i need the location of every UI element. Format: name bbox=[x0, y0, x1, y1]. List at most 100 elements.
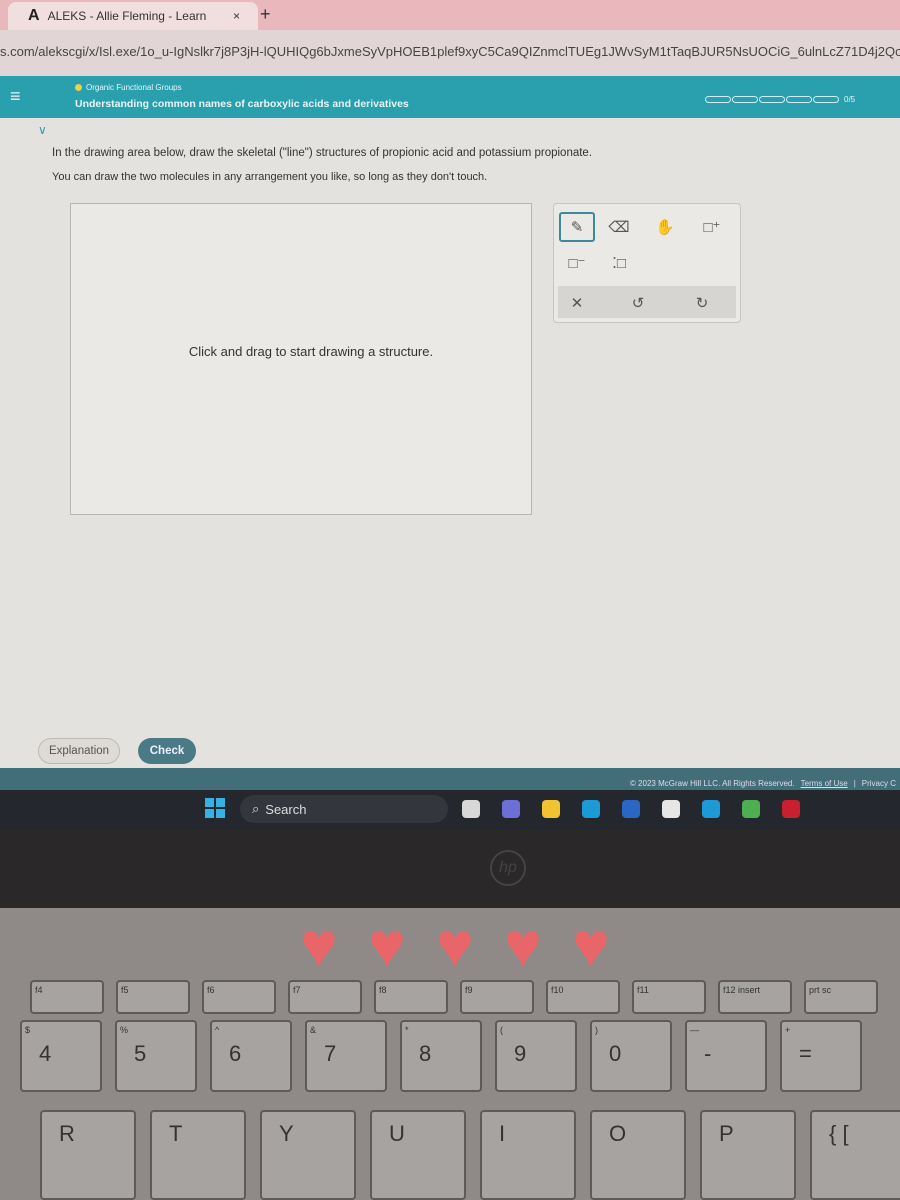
undo-icon[interactable]: ↺ bbox=[620, 288, 656, 318]
key-shift-label: ^ bbox=[215, 1025, 220, 1035]
word-icon[interactable] bbox=[622, 800, 640, 818]
drawing-toolbar: ✎ ⌫ ✋ □⁺ □⁻ ⁚□ ✕ ↺ ↻ bbox=[553, 203, 741, 323]
topic-title: Understanding common names of carboxylic… bbox=[75, 98, 409, 110]
status-dot-icon bbox=[75, 84, 82, 91]
remove-charge-icon[interactable]: □⁻ bbox=[559, 248, 595, 278]
key-shift-label: ( bbox=[500, 1025, 503, 1035]
key-label: O bbox=[609, 1121, 627, 1146]
mcafee-icon[interactable] bbox=[782, 800, 800, 818]
key-label: f8 bbox=[379, 985, 387, 995]
drawing-area[interactable]: Click and drag to start drawing a struct… bbox=[70, 203, 532, 515]
key-shift-label: + bbox=[785, 1025, 791, 1035]
close-tab-icon[interactable]: × bbox=[233, 9, 240, 23]
edge-icon[interactable] bbox=[582, 800, 600, 818]
key-label: I bbox=[499, 1121, 506, 1146]
chrome-icon[interactable] bbox=[742, 800, 760, 818]
check-button[interactable]: Check bbox=[138, 738, 196, 764]
number-key[interactable]: (9 bbox=[495, 1020, 577, 1092]
address-bar[interactable]: s.com/alekscgi/x/Isl.exe/1o_u-IgNslkr7j8… bbox=[0, 30, 900, 76]
letter-key[interactable]: I bbox=[480, 1110, 576, 1200]
key-label: f10 bbox=[551, 985, 564, 995]
laptop-bezel: hp bbox=[0, 830, 900, 908]
pencil-icon[interactable]: ✎ bbox=[559, 212, 595, 242]
letter-key[interactable]: Y bbox=[260, 1110, 356, 1200]
key-label: f7 bbox=[293, 985, 301, 995]
function-key[interactable]: f12 insert bbox=[718, 980, 792, 1014]
progress-segment bbox=[813, 96, 839, 103]
key-label: prt sc bbox=[809, 985, 832, 995]
number-key[interactable]: — - bbox=[685, 1020, 767, 1092]
footer: © 2023 McGraw Hill LLC. All Rights Reser… bbox=[0, 768, 900, 790]
clear-icon[interactable]: ✕ bbox=[559, 288, 595, 318]
key-label: = bbox=[799, 1041, 812, 1066]
aleks-logo: A bbox=[28, 7, 40, 24]
aleks-header: ≡ Organic Functional Groups Understandin… bbox=[0, 76, 900, 118]
key-shift-label: — bbox=[690, 1025, 699, 1035]
function-key[interactable]: f5 bbox=[116, 980, 190, 1014]
function-key[interactable]: f4 bbox=[30, 980, 104, 1014]
progress-segment bbox=[759, 96, 785, 103]
number-key[interactable]: ) 0 bbox=[590, 1020, 672, 1092]
key-label: 7 bbox=[324, 1041, 337, 1066]
letter-key[interactable]: O bbox=[590, 1110, 686, 1200]
number-key[interactable]: ^ 6 bbox=[210, 1020, 292, 1092]
lone-pair-icon[interactable]: ⁚□ bbox=[601, 248, 637, 278]
store-icon[interactable] bbox=[662, 800, 680, 818]
number-key[interactable]: * 8 bbox=[400, 1020, 482, 1092]
redo-icon[interactable]: ↻ bbox=[684, 288, 720, 318]
letter-key[interactable]: R bbox=[40, 1110, 136, 1200]
letter-key[interactable]: U bbox=[370, 1110, 466, 1200]
teams-icon[interactable] bbox=[502, 800, 520, 818]
windows-start-icon[interactable] bbox=[205, 798, 225, 818]
key-shift-label: * bbox=[405, 1025, 409, 1035]
file-explorer-icon[interactable] bbox=[542, 800, 560, 818]
question-text: In the drawing area below, draw the skel… bbox=[52, 147, 593, 159]
function-key[interactable]: prt sc bbox=[804, 980, 878, 1014]
function-key[interactable]: f11 bbox=[632, 980, 706, 1014]
function-key[interactable]: f7 bbox=[288, 980, 362, 1014]
letter-key[interactable]: { [ bbox=[810, 1110, 900, 1200]
key-shift-label: $ bbox=[25, 1025, 31, 1035]
key-label: 4 bbox=[39, 1041, 52, 1066]
letter-key[interactable]: T bbox=[150, 1110, 246, 1200]
key-label: 9 bbox=[514, 1041, 527, 1066]
function-key[interactable]: f8 bbox=[374, 980, 448, 1014]
heart-sticker: ♥ bbox=[504, 909, 542, 981]
progress-segment bbox=[786, 96, 812, 103]
menu-icon[interactable]: ≡ bbox=[10, 86, 21, 107]
breadcrumb: Organic Functional Groups bbox=[75, 83, 182, 92]
key-label: f11 bbox=[637, 985, 649, 995]
progress-bar: 0/5 bbox=[705, 95, 855, 104]
key-label: - bbox=[704, 1041, 712, 1066]
new-tab-button[interactable]: + bbox=[260, 4, 271, 25]
letter-key[interactable]: P bbox=[700, 1110, 796, 1200]
hand-icon[interactable]: ✋ bbox=[647, 212, 683, 242]
explanation-button[interactable]: Explanation bbox=[38, 738, 120, 764]
browser-tab[interactable]: A ALEKS - Allie Fleming - Learn × bbox=[8, 2, 258, 30]
function-key[interactable]: f9 bbox=[460, 980, 534, 1014]
search-icon: ⌕ bbox=[252, 801, 260, 816]
function-key[interactable]: f10 bbox=[546, 980, 620, 1014]
taskbar-search[interactable]: ⌕ Search bbox=[240, 795, 448, 823]
key-shift-label: & bbox=[310, 1025, 317, 1035]
number-key[interactable]: $4 bbox=[20, 1020, 102, 1092]
privacy-link[interactable]: Privacy C bbox=[862, 779, 896, 788]
question-instruction: You can draw the two molecules in any ar… bbox=[52, 171, 488, 183]
chevron-down-icon[interactable]: ∨ bbox=[38, 123, 47, 137]
key-label: Y bbox=[279, 1121, 294, 1146]
heart-sticker: ♥ bbox=[572, 909, 610, 981]
terms-link[interactable]: Terms of Use bbox=[801, 779, 848, 788]
key-label: 0 bbox=[609, 1041, 622, 1066]
number-key[interactable]: & 7 bbox=[305, 1020, 387, 1092]
search-label: Search bbox=[265, 801, 307, 817]
tab-title: ALEKS - Allie Fleming - Learn bbox=[47, 9, 207, 23]
key-label: f5 bbox=[121, 985, 129, 995]
drawing-hint: Click and drag to start drawing a struct… bbox=[188, 344, 434, 359]
task-view-icon[interactable] bbox=[462, 800, 480, 818]
eraser-icon[interactable]: ⌫ bbox=[601, 212, 637, 242]
add-charge-icon[interactable]: □⁺ bbox=[694, 212, 730, 242]
function-key[interactable]: f6 bbox=[202, 980, 276, 1014]
help-icon[interactable] bbox=[702, 800, 720, 818]
number-key[interactable]: % 5 bbox=[115, 1020, 197, 1092]
number-key[interactable]: + = bbox=[780, 1020, 862, 1092]
